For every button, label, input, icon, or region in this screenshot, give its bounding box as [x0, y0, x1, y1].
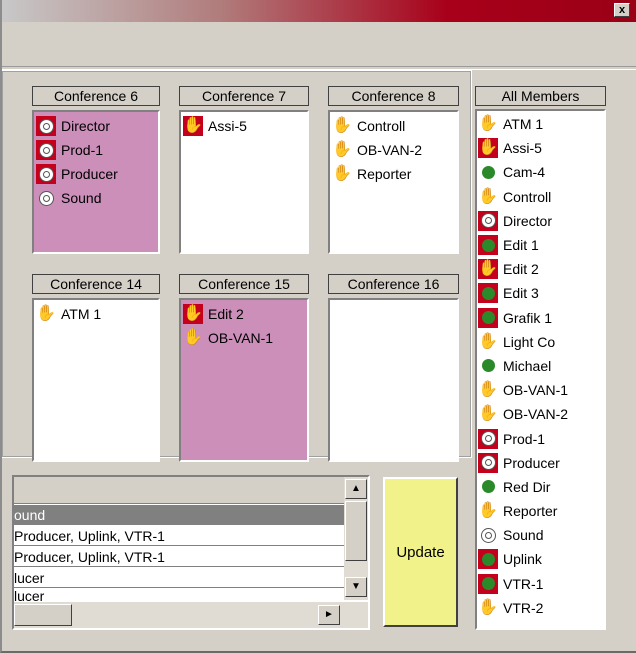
hand-icon: ✋ — [332, 117, 352, 134]
conference-manager-window: x Conference 6 Conference 7 Conference 8… — [0, 0, 636, 653]
hand-icon: ✋ — [478, 502, 498, 520]
list-item[interactable]: Grafik 1 — [478, 306, 602, 330]
list-item[interactable]: Uplink — [478, 547, 602, 571]
telephone-icon — [478, 210, 498, 231]
hand-icon: ✋ — [478, 259, 498, 280]
telephone-icon — [478, 525, 498, 545]
telephone-icon — [478, 428, 498, 449]
telephone-icon — [36, 164, 56, 184]
update-button[interactable]: Update — [383, 477, 458, 627]
conference-7-list[interactable]: ✋ Assi-5 — [179, 110, 309, 254]
title-bar: x — [2, 0, 636, 22]
list-item[interactable]: ✋ Reporter — [332, 162, 455, 186]
list-item[interactable]: Red Dir — [478, 475, 602, 499]
list-item[interactable]: ✋ Controll — [478, 185, 602, 209]
hand-icon: ✋ — [478, 332, 498, 350]
hand-icon: ✋ — [478, 381, 498, 399]
hand-icon: ✋ — [332, 165, 352, 182]
list-item[interactable]: Sound — [36, 186, 156, 210]
vertical-scrollbar[interactable]: ▲ ▼ — [344, 477, 368, 600]
list-item[interactable]: ✋ Edit 2 — [183, 302, 305, 326]
list-item[interactable]: Director — [36, 114, 156, 138]
list-item[interactable]: ✋ Assi-5 — [478, 136, 602, 160]
conference-14-list[interactable]: ✋ ATM 1 — [32, 298, 160, 462]
horizontal-scrollbar[interactable]: ► — [14, 602, 368, 628]
green-dot-icon — [478, 356, 498, 376]
list-item[interactable]: ✋ Controll — [332, 114, 455, 138]
green-dot-icon — [478, 162, 498, 182]
hand-icon: ✋ — [36, 305, 56, 322]
list-item[interactable]: Prod-1 — [36, 138, 156, 162]
table-row[interactable]: lucer — [14, 589, 344, 603]
green-dot-icon — [478, 307, 498, 328]
list-item[interactable]: Edit 1 — [478, 233, 602, 257]
conference-8-title: Conference 8 — [328, 86, 459, 106]
scroll-up-button[interactable]: ▲ — [345, 479, 367, 499]
list-item[interactable]: Sound — [478, 523, 602, 547]
table-row[interactable]: Producer, Uplink, VTR-1 — [14, 526, 344, 546]
hand-icon: ✋ — [332, 141, 352, 158]
hand-icon: ✋ — [183, 329, 203, 346]
list-item[interactable]: ✋ VTR-2 — [478, 596, 602, 620]
list-item[interactable]: ✋ OB-VAN-1 — [478, 378, 602, 402]
green-dot-icon — [478, 283, 498, 304]
hand-icon: ✋ — [183, 304, 203, 324]
conference-14-title: Conference 14 — [32, 274, 160, 294]
telephone-icon — [478, 452, 498, 473]
scroll-right-button[interactable]: ► — [318, 605, 340, 625]
scroll-down-button[interactable]: ▼ — [345, 577, 367, 597]
conference-7-title: Conference 7 — [179, 86, 309, 106]
conference-6-list[interactable]: Director Prod-1 Producer Sound — [32, 110, 160, 254]
conference-grid[interactable]: ound Producer, Uplink, VTR-1 Producer, U… — [12, 475, 370, 630]
conference-8-list[interactable]: ✋ Controll ✋ OB-VAN-2 ✋ Reporter — [328, 110, 459, 254]
list-item[interactable]: ✋ Reporter — [478, 499, 602, 523]
scroll-thumb[interactable] — [14, 604, 72, 626]
all-members-list[interactable]: ✋ ATM 1 ✋ Assi-5 Cam-4 ✋ Controll Director … — [475, 109, 606, 630]
green-dot-icon — [478, 573, 498, 594]
hand-icon: ✋ — [478, 138, 498, 159]
list-item[interactable]: VTR-1 — [478, 572, 602, 596]
all-members-title: All Members — [475, 86, 606, 106]
list-item[interactable]: Director — [478, 209, 602, 233]
list-item[interactable]: Edit 3 — [478, 281, 602, 305]
table-row[interactable]: ound — [14, 505, 344, 525]
conference-16-title: Conference 16 — [328, 274, 459, 294]
hand-icon: ✋ — [183, 116, 203, 136]
list-item[interactable]: Michael — [478, 354, 602, 378]
conference-16-list[interactable] — [328, 298, 459, 462]
conference-6-title: Conference 6 — [32, 86, 160, 106]
hand-icon: ✋ — [478, 115, 498, 133]
list-item[interactable]: ✋ OB-VAN-2 — [478, 402, 602, 426]
green-dot-icon — [478, 477, 498, 497]
list-item[interactable]: ✋ ATM 1 — [36, 302, 156, 326]
hand-icon: ✋ — [478, 187, 498, 205]
list-item[interactable]: ✋ Edit 2 — [478, 257, 602, 281]
table-row[interactable]: Producer, Uplink, VTR-1 — [14, 547, 344, 567]
list-item[interactable]: Producer — [36, 162, 156, 186]
telephone-icon — [36, 116, 56, 136]
list-item[interactable]: ✋ OB-VAN-1 — [183, 326, 305, 350]
close-button[interactable]: x — [614, 3, 630, 17]
hand-icon: ✋ — [478, 405, 498, 423]
conference-15-list[interactable]: ✋ Edit 2 ✋ OB-VAN-1 — [179, 298, 309, 462]
list-item[interactable]: ✋ Assi-5 — [183, 114, 305, 138]
list-item[interactable]: ✋ Light Co — [478, 330, 602, 354]
list-item[interactable]: ✋ OB-VAN-2 — [332, 138, 455, 162]
table-row[interactable]: lucer — [14, 568, 344, 588]
scroll-thumb[interactable] — [345, 501, 367, 561]
conference-15-title: Conference 15 — [179, 274, 309, 294]
list-item[interactable]: Cam-4 — [478, 160, 602, 184]
telephone-icon — [36, 140, 56, 160]
hand-icon: ✋ — [478, 598, 498, 616]
telephone-icon — [36, 188, 56, 208]
green-dot-icon — [478, 549, 498, 570]
green-dot-icon — [478, 235, 498, 256]
list-item[interactable]: Prod-1 — [478, 426, 602, 450]
grid-header — [14, 477, 344, 504]
list-item[interactable]: Producer — [478, 451, 602, 475]
list-item[interactable]: ✋ ATM 1 — [478, 112, 602, 136]
